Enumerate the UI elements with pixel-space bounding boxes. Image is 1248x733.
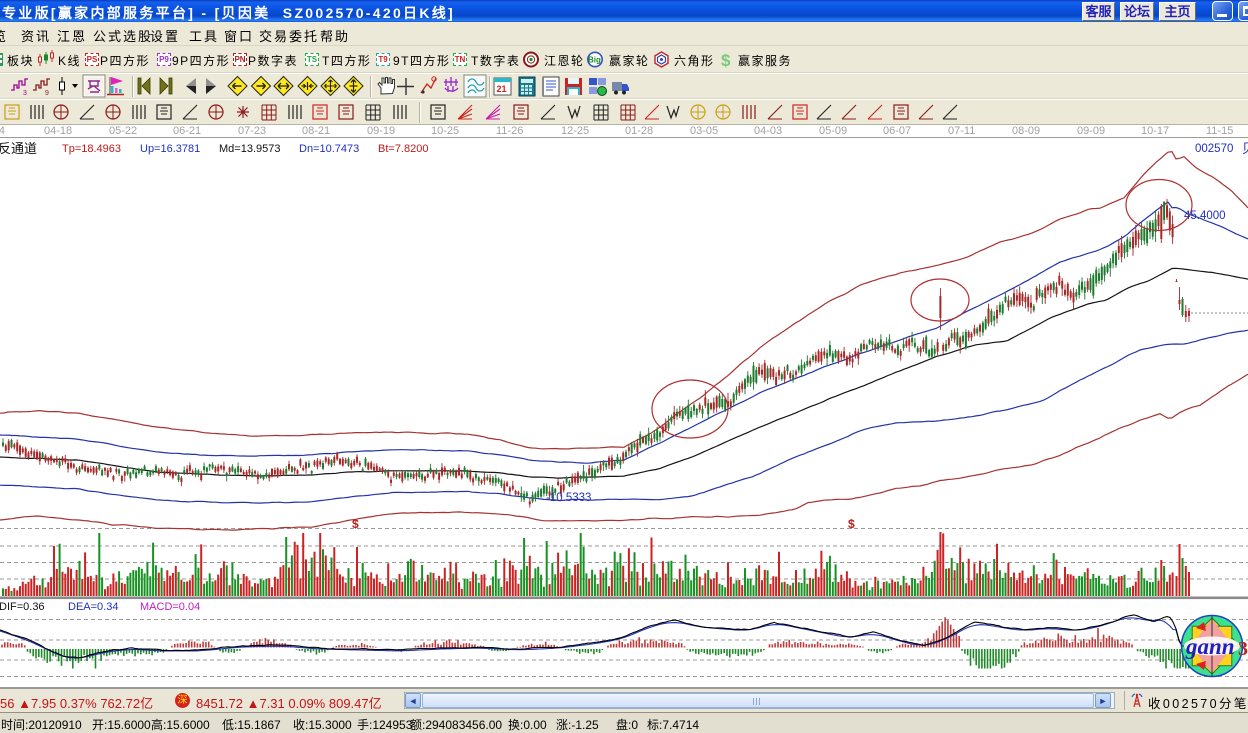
- svg-text:Tp=18.4963: Tp=18.4963: [62, 143, 121, 155]
- svg-text:反通道: 反通道: [0, 141, 37, 156]
- svg-text:Md=13.9573: Md=13.9573: [219, 143, 280, 155]
- svg-text:3: 3: [1238, 638, 1248, 660]
- svg-text:002570: 002570: [1195, 143, 1233, 155]
- svg-text:MACD=0.04: MACD=0.04: [140, 601, 200, 613]
- svg-text:DIF=0.36: DIF=0.36: [0, 601, 45, 613]
- svg-text:Bt=7.8200: Bt=7.8200: [378, 143, 428, 155]
- svg-text:gann: gann: [1185, 634, 1235, 659]
- svg-text:Dn=10.7473: Dn=10.7473: [299, 143, 359, 155]
- svg-text:DEA=0.34: DEA=0.34: [68, 601, 118, 613]
- svg-text:$: $: [848, 517, 855, 531]
- svg-text:Up=16.3781: Up=16.3781: [140, 143, 200, 155]
- svg-text:贝: 贝: [1242, 141, 1248, 156]
- svg-text:-10.5333: -10.5333: [546, 492, 591, 504]
- svg-text:45.4000: 45.4000: [1184, 210, 1226, 222]
- svg-text:$: $: [352, 517, 359, 531]
